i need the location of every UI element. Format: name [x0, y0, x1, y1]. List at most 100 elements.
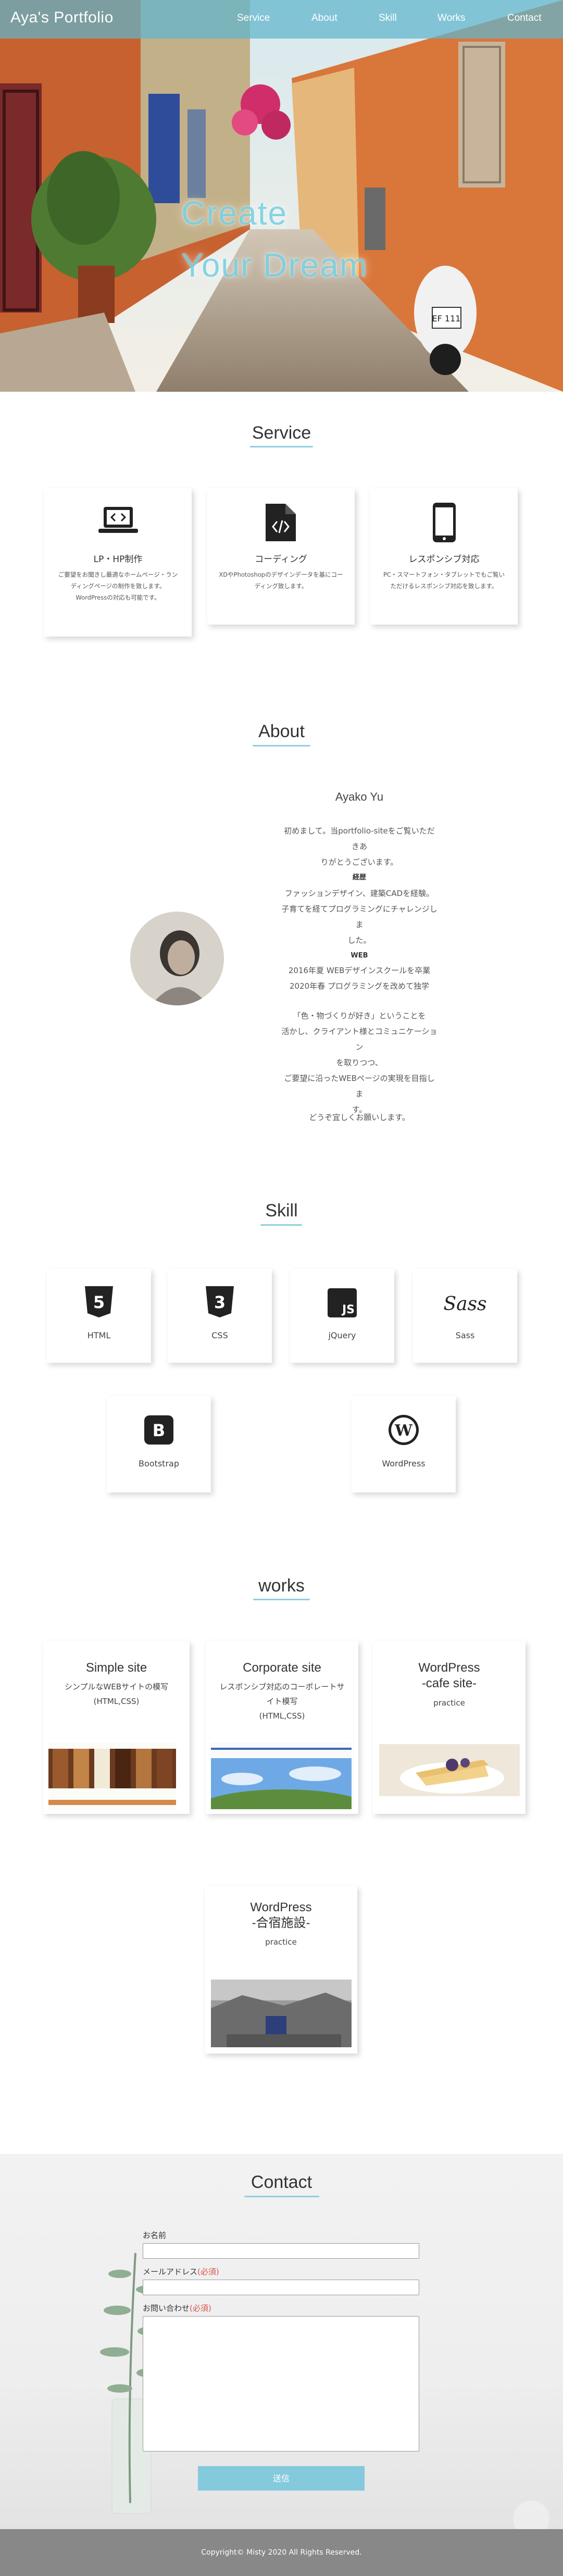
- skill-card-css: 3 CSS: [168, 1269, 272, 1363]
- about-closing: どうぞ宜しくお願いします。: [309, 1113, 410, 1122]
- skill-underline: [260, 1224, 302, 1226]
- about-greeting: 初めまして。当portfolio-siteをご覧いただきあ りがとうございます。: [281, 823, 437, 870]
- skill-glyph: Sass: [443, 1293, 486, 1315]
- site-logo[interactable]: Aya's Portfolio: [10, 9, 114, 27]
- skill-label: Sass: [455, 1330, 475, 1340]
- skill-card-wordpress: W WordPress: [352, 1396, 456, 1492]
- about-text-line: した。: [347, 936, 371, 945]
- work-desc-line: イト模写: [266, 1697, 298, 1706]
- service-card-lp: LP・HP制作 ご要望をお聞きし最適なホームページ・ラン ディングページの制作を…: [44, 488, 192, 637]
- skill-label: Bootstrap: [139, 1459, 179, 1469]
- work-title: Simple site: [85, 1661, 147, 1675]
- nav-about[interactable]: About: [311, 13, 337, 24]
- about-text-line: りがとうございます。: [320, 857, 398, 867]
- message-label-text: お問い合わせ: [143, 2304, 190, 2313]
- skill-card-jquery: JS jQuery: [290, 1269, 394, 1363]
- skill-title: Skill: [265, 1201, 298, 1221]
- work-desc: シンプルなWEBサイトの模写 (HTML,CSS): [48, 1679, 184, 1709]
- name-label: お名前: [143, 2231, 167, 2240]
- skill-label: jQuery: [328, 1330, 356, 1340]
- about-text-line: 2020年春 プログラミングを改めて独学: [290, 981, 429, 991]
- wordpress-icon: W: [389, 1415, 419, 1445]
- work-card-corporate-site[interactable]: Corporate site レスポンシブ対応のコーポレートサ イト模写 (HT…: [206, 1641, 358, 1814]
- service-underline: [250, 446, 313, 447]
- nav-service[interactable]: Service: [237, 13, 270, 24]
- about-underline: [253, 745, 310, 746]
- work-card-wordpress-camp[interactable]: WordPress -合宿施設- practice: [205, 1886, 357, 2054]
- about-message: 「色・物づくりが好き」ということを 活かし、クライアント様とコミュニケーション …: [281, 1008, 437, 1117]
- mobile-phone-icon: [433, 503, 456, 542]
- site-header: Aya's Portfolio Service About Skill Work…: [0, 0, 563, 39]
- skill-label: CSS: [211, 1330, 228, 1340]
- work-title-line: -合宿施設-: [252, 1916, 310, 1930]
- required-mark: (必須): [197, 2267, 219, 2276]
- html5-icon: 5: [85, 1286, 113, 1317]
- service-card-text-line: ただけるレスポンシブ対応を致します。: [390, 582, 498, 590]
- message-label: お問い合わせ(必須): [143, 2303, 211, 2313]
- about-text-line: 活かし、クライアント様とコミュニケーション: [281, 1027, 437, 1052]
- work-thumbnail: [379, 1728, 520, 1796]
- service-card-text-line: WordPressの対応も可能です。: [76, 594, 160, 601]
- submit-button[interactable]: 送信: [198, 2466, 365, 2491]
- about-text-line: を取りつつ、: [336, 1058, 383, 1067]
- service-title: Service: [252, 423, 311, 443]
- hero-section: EF 111 Create Your Dream: [0, 0, 563, 392]
- name-input[interactable]: [143, 2243, 419, 2259]
- service-card-text-line: PC・スマートフォン・タブレットでもご覧い: [383, 571, 505, 578]
- skill-card-sass: Sass Sass: [413, 1269, 517, 1363]
- work-desc-line: レスポンシブ対応のコーポレートサ: [219, 1682, 345, 1691]
- skill-card-html: 5 HTML: [47, 1269, 151, 1363]
- work-title-line: WordPress: [250, 1900, 312, 1914]
- work-title: Corporate site: [243, 1661, 321, 1675]
- work-desc-line: シンプルなWEBサイトの模写: [64, 1682, 169, 1691]
- about-text-line: 子育てを経てプログラミングにチャレンジしま: [281, 904, 437, 929]
- skill-glyph: B: [153, 1421, 165, 1440]
- service-card-text-line: XDやPhotoshopのデザインデータを基にコー: [219, 571, 343, 578]
- email-input[interactable]: [143, 2280, 419, 2295]
- service-card-text-line: ご要望をお聞きし最適なホームページ・ラン: [58, 571, 178, 578]
- profile-avatar: [130, 912, 224, 1005]
- work-title: WordPress -cafe site-: [373, 1660, 526, 1691]
- bootstrap-icon: B: [144, 1415, 173, 1445]
- work-card-wordpress-cafe[interactable]: WordPress -cafe site- practice: [373, 1641, 526, 1814]
- license-plate: EF 111: [432, 314, 461, 323]
- about-text-line: ファッションデザイン、建築CADを経験。: [284, 889, 434, 898]
- email-label: メールアドレス(必須): [143, 2266, 219, 2277]
- laptop-code-icon: [98, 507, 138, 533]
- message-textarea[interactable]: [143, 2316, 419, 2451]
- work-thumbnail: [211, 1967, 352, 2050]
- hero-title-line1: Create: [181, 194, 288, 232]
- work-desc: practice: [265, 1937, 297, 1947]
- skill-card-bootstrap: B Bootstrap: [107, 1396, 211, 1492]
- about-career: ファッションデザイン、建築CADを経験。 子育てを経てプログラミングにチャレンジ…: [281, 886, 437, 948]
- works-underline: [253, 1599, 310, 1600]
- skill-glyph: W: [394, 1422, 413, 1440]
- service-card-coding: コーディング XDやPhotoshopのデザインデータを基にコー ディング致しま…: [207, 488, 355, 625]
- skill-glyph: 5: [93, 1292, 105, 1312]
- skill-label: WordPress: [382, 1459, 426, 1469]
- nav-works[interactable]: Works: [437, 13, 465, 24]
- site-footer: Copyright© Misty 2020 All Rights Reserve…: [0, 2529, 563, 2576]
- work-card-simple-site[interactable]: Simple site シンプルなWEBサイトの模写 (HTML,CSS): [43, 1641, 190, 1814]
- skill-glyph: 3: [214, 1292, 226, 1312]
- js-icon: JS: [328, 1288, 357, 1317]
- email-label-text: メールアドレス: [143, 2267, 198, 2276]
- skill-label: HTML: [87, 1330, 111, 1340]
- nav-contact[interactable]: Contact: [507, 13, 541, 24]
- work-thumbnail: [48, 1743, 176, 1810]
- css3-icon: 3: [206, 1286, 234, 1317]
- work-title-line: WordPress: [418, 1661, 480, 1675]
- sass-icon: Sass: [443, 1293, 486, 1315]
- work-thumbnail: [211, 1743, 352, 1809]
- work-desc-line: (HTML,CSS): [259, 1711, 305, 1721]
- about-title: About: [258, 721, 305, 741]
- about-web: 2016年夏 WEBデザインスクールを卒業 2020年春 プログラミングを改めて…: [281, 963, 437, 994]
- service-card-text: ご要望をお聞きし最適なホームページ・ラン ディングページの制作を致します。 Wo…: [52, 569, 184, 603]
- service-card-text: XDやPhotoshopのデザインデータを基にコー ディング致します。: [215, 569, 347, 592]
- web-heading: WEB: [351, 952, 368, 960]
- about-text-line: 2016年夏 WEBデザインスクールを卒業: [288, 966, 431, 975]
- nav-skill[interactable]: Skill: [379, 13, 397, 24]
- work-title: WordPress -合宿施設-: [205, 1900, 357, 1931]
- service-card-title: レスポンシブ対応: [408, 554, 480, 565]
- work-title-line: -cafe site-: [421, 1676, 477, 1690]
